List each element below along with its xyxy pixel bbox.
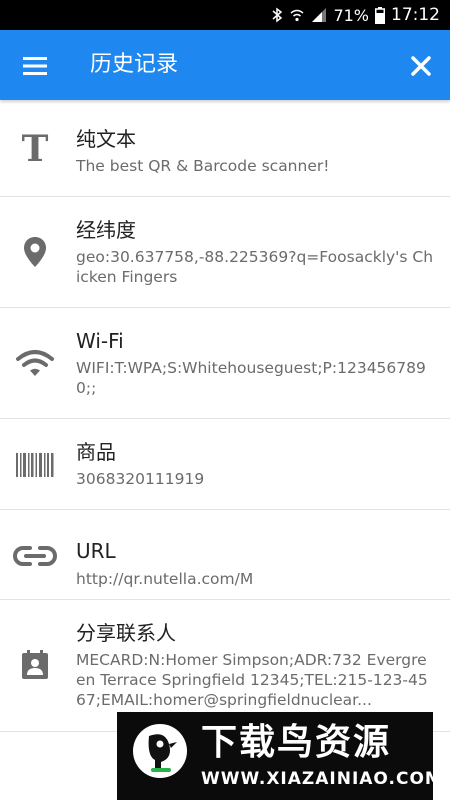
history-item-title: URL bbox=[76, 539, 116, 563]
barcode-icon bbox=[12, 451, 58, 479]
bird-logo-icon bbox=[133, 724, 187, 778]
page-title: 历史记录 bbox=[90, 52, 179, 77]
history-item-content: 3068320111919 bbox=[76, 470, 205, 488]
battery-icon bbox=[375, 6, 385, 24]
hamburger-menu-icon bbox=[23, 57, 47, 75]
history-item[interactable]: Wi-Fi WIFI:T:WPA;S:Whitehouseguest;P:123… bbox=[0, 308, 450, 419]
close-icon bbox=[411, 56, 431, 76]
wifi-calling-icon bbox=[289, 7, 305, 23]
history-item-content: WIFI:T:WPA;S:Whitehouseguest;P:123456789… bbox=[76, 359, 426, 397]
history-item-title: 商品 bbox=[76, 440, 116, 464]
app-bar: 历史记录 bbox=[0, 30, 450, 100]
menu-button[interactable] bbox=[16, 51, 54, 81]
history-list: T 纯文本 The best QR & Barcode scanner! 经纬度… bbox=[0, 100, 450, 732]
bluetooth-icon bbox=[271, 7, 283, 23]
history-item-title: 纯文本 bbox=[76, 127, 136, 151]
history-item-title: Wi-Fi bbox=[76, 329, 124, 353]
text-t-icon: T bbox=[21, 128, 49, 170]
watermark-title: 下载鸟资源 bbox=[201, 722, 392, 763]
watermark-url: WWW.XIAZAINIAO.COM bbox=[201, 769, 443, 789]
clock: 17:12 bbox=[391, 5, 440, 25]
signal-icon bbox=[311, 7, 327, 23]
history-item-content: MECARD:N:Homer Simpson;ADR:732 Evergreen… bbox=[76, 651, 428, 709]
history-item-content: The best QR & Barcode scanner! bbox=[76, 157, 330, 175]
history-item[interactable]: 经纬度 geo:30.637758,-88.225369?q=Foosackly… bbox=[0, 197, 450, 308]
history-item[interactable]: 商品 3068320111919 bbox=[0, 419, 450, 510]
battery-percent: 71% bbox=[333, 5, 369, 25]
history-item-title: 分享联系人 bbox=[76, 621, 176, 645]
link-icon bbox=[12, 542, 58, 570]
contact-card-icon bbox=[12, 650, 58, 680]
history-item-content: http://qr.nutella.com/M bbox=[76, 570, 254, 588]
history-item-title: 经纬度 bbox=[76, 218, 136, 242]
wifi-icon bbox=[12, 346, 58, 380]
location-pin-icon bbox=[12, 235, 58, 269]
history-item[interactable]: URL http://qr.nutella.com/M bbox=[0, 510, 450, 600]
watermark-banner: 下载鸟资源 WWW.XIAZAINIAO.COM bbox=[117, 712, 442, 800]
close-button[interactable] bbox=[405, 50, 437, 82]
history-item-content: geo:30.637758,-88.225369?q=Foosackly's C… bbox=[76, 248, 434, 286]
history-item[interactable]: T 纯文本 The best QR & Barcode scanner! bbox=[0, 100, 450, 197]
status-bar: 71% 17:12 bbox=[0, 0, 450, 30]
